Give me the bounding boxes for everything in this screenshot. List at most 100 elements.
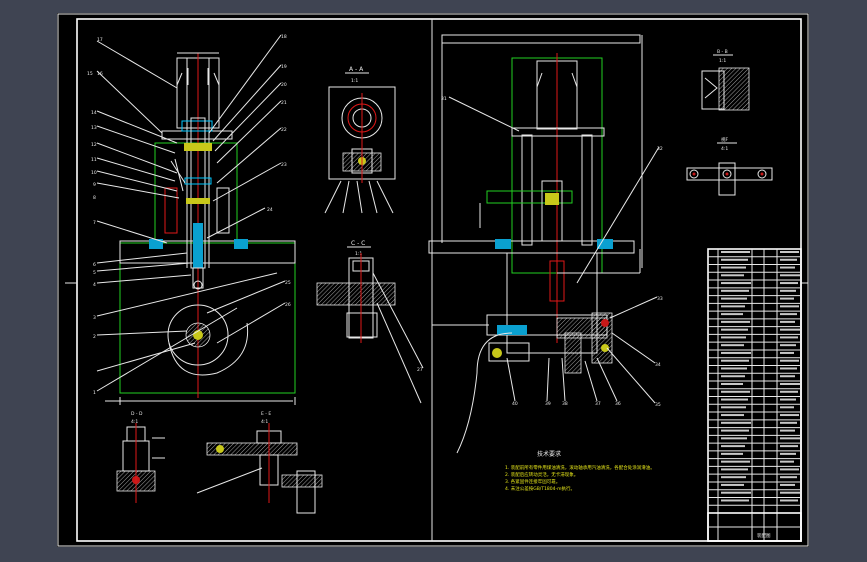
table-cell-text: [721, 491, 751, 494]
callout-6: 6: [93, 262, 96, 268]
table-cell-text: [780, 344, 796, 347]
callout-37: 37: [595, 401, 601, 407]
table-cell-text: [721, 483, 744, 486]
table-cell-text: [780, 421, 797, 424]
section-b-scale: 1:1: [719, 58, 726, 64]
table-cell-text: [780, 305, 799, 308]
section-d-view: D - D 4:1: [116, 411, 165, 503]
tech-req-line-4: 4. 未注公差按GB/T1804-m执行。: [505, 485, 575, 492]
table-cell-text: [780, 491, 800, 494]
section-c-view: C - C 1:1 27: [316, 240, 424, 404]
table-cell-text: [780, 383, 800, 385]
table-cell-text: [780, 251, 799, 253]
callout-19: 19: [281, 64, 287, 70]
table-cell-text: [721, 320, 750, 323]
side-view: [428, 34, 643, 454]
table-cell-text: [721, 429, 749, 432]
callout-31: 31: [441, 96, 447, 102]
table-cell-text: [721, 359, 749, 362]
section-a-title: A - A: [349, 66, 364, 73]
callout-16: 16: [97, 71, 103, 77]
table-cell-text: [780, 460, 794, 463]
callout-4: 4: [93, 282, 96, 288]
table-cell-text: [721, 313, 743, 316]
callout-10: 10: [91, 170, 97, 176]
drawing-sheet: 15 16 14 13 12 11 10 9 8 7 6 5 4 3 2 1 1…: [57, 13, 809, 547]
table-cell-text: [780, 320, 795, 323]
callout-1: 1: [93, 390, 96, 396]
assembly-drawing: 15 16 14 13 12 11 10 9 8 7 6 5 4 3 2 1 1…: [57, 13, 809, 547]
callout-2: 2: [93, 334, 96, 340]
callout-8: 8: [93, 195, 96, 201]
callout-21: 21: [281, 100, 287, 106]
table-cell-text: [780, 483, 795, 486]
table-cell-text: [721, 398, 748, 401]
table-cell-text: [721, 336, 746, 339]
table-cell-text: [721, 282, 751, 285]
table-cell-text: [780, 452, 796, 455]
table-cell-text: [780, 437, 800, 440]
view-f-scale: 4:1: [721, 146, 728, 152]
table-cell-text: [780, 336, 798, 339]
table-cell-text: [780, 313, 797, 316]
table-cell-text: [780, 282, 798, 285]
left-callout-labels: 15 16 14 13 12 11 10 9 8 7 6 5 4 3 2 1: [87, 71, 103, 396]
table-cell-text: [780, 468, 799, 471]
callout-35: 35: [655, 402, 661, 408]
callout-36: 36: [615, 401, 621, 407]
table-cell-text: [721, 328, 748, 331]
table-cell-text: [780, 274, 800, 277]
table-cell-text: [780, 406, 794, 409]
table-cell-text: [780, 390, 798, 393]
table-cell-text: [721, 476, 746, 479]
table-cell-text: [780, 445, 798, 448]
callout-25: 25: [285, 280, 291, 286]
table-cell-text: [780, 328, 800, 331]
table-cell-text: [721, 390, 750, 393]
frame-outline: [119, 242, 296, 394]
table-cell-text: [721, 344, 744, 347]
section-d-scale: 4:1: [131, 419, 138, 425]
callout-20: 20: [281, 82, 287, 88]
view-f: 视F 4:1: [686, 136, 773, 196]
callout-5: 5: [93, 270, 96, 276]
table-cell-text: [780, 375, 795, 378]
right-callout-labels: 31 32 33 34 35 36 37 38 39 40: [441, 96, 663, 408]
table-cell-text: [780, 297, 794, 300]
table-cell-text: [780, 476, 797, 479]
table-cell-text: [721, 305, 745, 308]
table-cell-text: [721, 258, 748, 261]
outer-border: [57, 13, 809, 547]
table-cell-text: [780, 351, 794, 354]
table-cell-text: [721, 421, 751, 424]
callout-26: 26: [285, 302, 291, 308]
tech-req-line-1: 1. 装配前所有零件用煤油清洗，滚动轴承用汽油清洗，各配合处涂润滑油。: [505, 464, 655, 471]
table-cell-text: [721, 375, 745, 378]
table-cell-text: [780, 367, 797, 370]
callout-32: 32: [657, 146, 663, 152]
section-a-view: A - A 1:1: [324, 66, 396, 214]
callout-24: 24: [267, 207, 273, 213]
callout-39: 39: [545, 401, 551, 407]
section-a-scale: 1:1: [351, 78, 358, 84]
table-cell-text: [780, 429, 795, 432]
table-cell-text: [780, 398, 796, 401]
section-d-title: D - D: [131, 411, 143, 417]
table-cell-text: [721, 297, 747, 300]
section-e-title: E - E: [261, 411, 271, 417]
table-cell-text: [780, 414, 799, 417]
table-cell-text: [721, 445, 745, 448]
table-cell-text: [780, 359, 799, 362]
table-cell-text: [721, 468, 748, 471]
tech-req-title: 技术要求: [537, 450, 561, 458]
table-cell-text: [780, 266, 795, 269]
section-b-view: B - B 1:1: [701, 49, 750, 111]
section-b-title: B - B: [717, 49, 728, 55]
table-cell-text: [721, 266, 746, 269]
table-cell-text: [721, 251, 750, 253]
callout-13: 13: [91, 125, 97, 131]
callout-9: 9: [93, 182, 96, 188]
table-cell-text: [721, 437, 747, 440]
callout-18: 18: [281, 34, 287, 40]
callout-11: 11: [91, 157, 97, 163]
